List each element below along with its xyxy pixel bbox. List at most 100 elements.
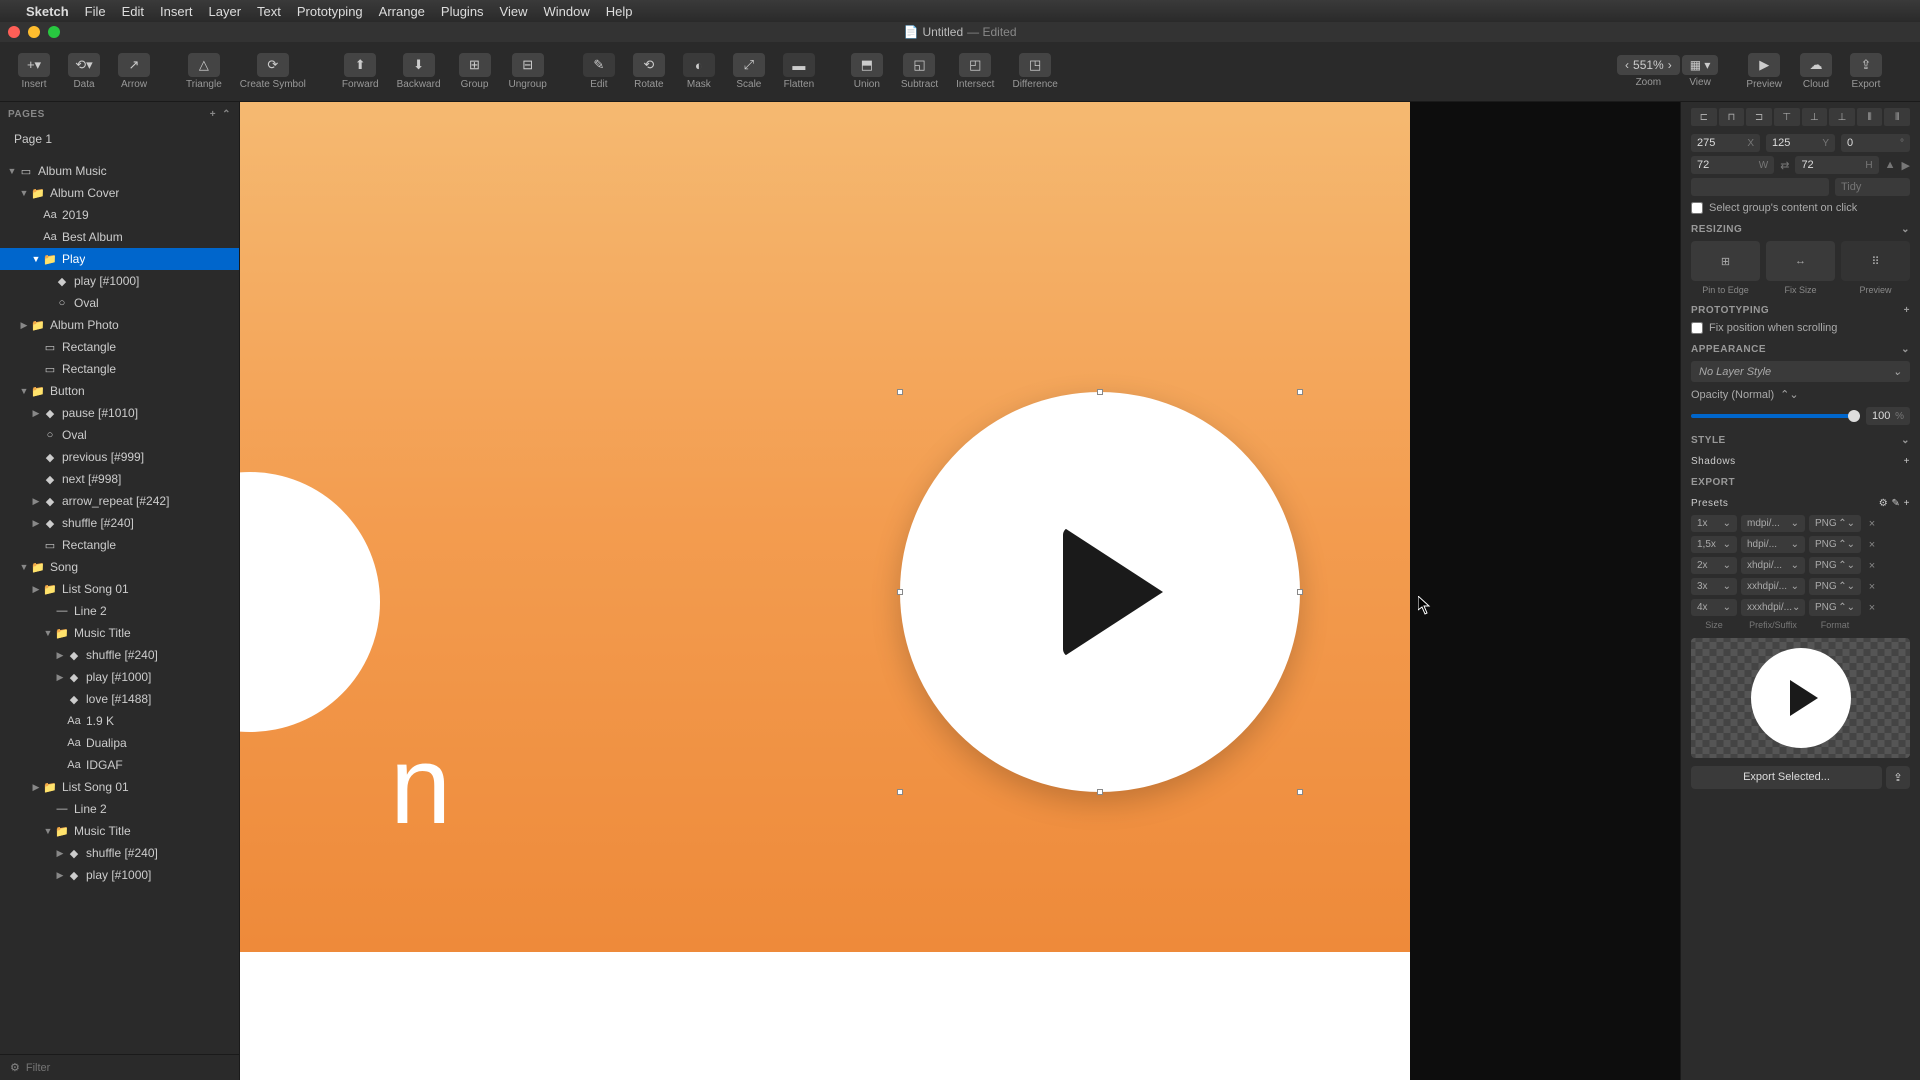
layer-row[interactable]: ▶◆play [#1000] bbox=[0, 864, 239, 886]
selection-handle[interactable] bbox=[897, 389, 903, 395]
disclosure-icon[interactable]: ▶ bbox=[54, 870, 66, 881]
layer-row[interactable]: ▼📁Music Title bbox=[0, 622, 239, 644]
x-field[interactable] bbox=[1697, 137, 1747, 149]
create-symbol-button[interactable]: ⟳Create Symbol bbox=[232, 49, 314, 94]
add-page-icon[interactable]: + bbox=[210, 109, 216, 120]
forward-button[interactable]: ⬆Forward bbox=[334, 49, 387, 94]
disclosure-icon[interactable]: ▼ bbox=[18, 386, 30, 396]
preset-prefix[interactable]: xxxhdpi/... ⌄ bbox=[1741, 599, 1805, 616]
union-button[interactable]: ⬒Union bbox=[843, 49, 891, 94]
disclosure-icon[interactable]: ▶ bbox=[30, 518, 42, 529]
layer-row[interactable]: ○Oval bbox=[0, 292, 239, 314]
add-preset-icon[interactable]: + bbox=[1904, 498, 1910, 509]
preset-settings-icon[interactable]: ⚙ bbox=[1879, 498, 1888, 509]
cloud-button[interactable]: ☁Cloud bbox=[1792, 49, 1840, 94]
resizing-collapse-icon[interactable]: ⌄ bbox=[1901, 224, 1910, 235]
menu-view[interactable]: View bbox=[500, 4, 528, 19]
align-right[interactable]: ⊐ bbox=[1746, 108, 1772, 126]
align-bottom[interactable]: ⊥ bbox=[1829, 108, 1855, 126]
menu-arrange[interactable]: Arrange bbox=[379, 4, 425, 19]
layer-row[interactable]: ▶◆play [#1000] bbox=[0, 666, 239, 688]
intersect-button[interactable]: ◰Intersect bbox=[948, 49, 1002, 94]
disclosure-icon[interactable]: ▶ bbox=[30, 496, 42, 507]
preset-delete-icon[interactable]: × bbox=[1865, 539, 1879, 551]
appearance-collapse-icon[interactable]: ⌄ bbox=[1901, 344, 1910, 355]
scale-button[interactable]: ⤢Scale bbox=[725, 49, 773, 94]
flip-h-icon[interactable]: ▲ bbox=[1885, 159, 1896, 171]
menu-prototyping[interactable]: Prototyping bbox=[297, 4, 363, 19]
layer-row[interactable]: ◆love [#1488] bbox=[0, 688, 239, 710]
layer-row[interactable]: AaBest Album bbox=[0, 226, 239, 248]
layer-row[interactable]: ▶◆shuffle [#240] bbox=[0, 512, 239, 534]
flip-v-icon[interactable]: ▶ bbox=[1902, 159, 1910, 172]
lock-icon[interactable]: ⇄ bbox=[1780, 159, 1789, 172]
layer-row[interactable]: Aa1.9 K bbox=[0, 710, 239, 732]
export-button[interactable]: ⇪Export bbox=[1842, 49, 1890, 94]
preset-size[interactable]: 2x ⌄ bbox=[1691, 557, 1737, 574]
select-content-checkbox[interactable] bbox=[1691, 202, 1703, 214]
group-button[interactable]: ⊞Group bbox=[451, 49, 499, 94]
radius-field[interactable] bbox=[1697, 181, 1823, 193]
preset-prefix[interactable]: xhdpi/... ⌄ bbox=[1741, 557, 1805, 574]
filter-input[interactable] bbox=[26, 1062, 229, 1074]
layer-row[interactable]: ▼📁Album Cover bbox=[0, 182, 239, 204]
preset-size[interactable]: 4x ⌄ bbox=[1691, 599, 1737, 616]
preset-prefix[interactable]: xxhdpi/... ⌄ bbox=[1741, 578, 1805, 595]
preview-button[interactable]: ▶Preview bbox=[1738, 49, 1790, 94]
opacity-mode-icon[interactable]: ⌃⌄ bbox=[1780, 388, 1798, 401]
layer-row[interactable]: ◆play [#1000] bbox=[0, 270, 239, 292]
menu-window[interactable]: Window bbox=[544, 4, 590, 19]
layer-row[interactable]: ▶◆shuffle [#240] bbox=[0, 644, 239, 666]
layer-row[interactable]: ◆next [#998] bbox=[0, 468, 239, 490]
collapse-pages-icon[interactable]: ⌃ bbox=[222, 109, 231, 120]
mask-button[interactable]: ◐Mask bbox=[675, 49, 723, 94]
fix-size-control[interactable]: ↔ bbox=[1766, 241, 1835, 281]
layer-row[interactable]: —Line 2 bbox=[0, 798, 239, 820]
preset-delete-icon[interactable]: × bbox=[1865, 518, 1879, 530]
layer-row[interactable]: AaIDGAF bbox=[0, 754, 239, 776]
align-top[interactable]: ⊤ bbox=[1774, 108, 1800, 126]
page-item[interactable]: Page 1 bbox=[0, 126, 239, 152]
layer-row[interactable]: ▭Rectangle bbox=[0, 336, 239, 358]
play-button-group[interactable] bbox=[900, 392, 1300, 792]
layer-row[interactable]: ○Oval bbox=[0, 424, 239, 446]
layer-row[interactable]: ▭Rectangle bbox=[0, 358, 239, 380]
preset-size[interactable]: 1x ⌄ bbox=[1691, 515, 1737, 532]
flatten-button[interactable]: ▬Flatten bbox=[775, 49, 823, 94]
layer-row[interactable]: ◆previous [#999] bbox=[0, 446, 239, 468]
layer-row[interactable]: ▶◆shuffle [#240] bbox=[0, 842, 239, 864]
arrow-button[interactable]: ↗Arrow bbox=[110, 49, 158, 94]
disclosure-icon[interactable]: ▼ bbox=[18, 188, 30, 198]
opacity-field[interactable] bbox=[1872, 410, 1895, 422]
rotate-button[interactable]: ⟲Rotate bbox=[625, 49, 673, 94]
layer-row[interactable]: ▼📁Music Title bbox=[0, 820, 239, 842]
layer-row[interactable]: ▶◆pause [#1010] bbox=[0, 402, 239, 424]
disclosure-icon[interactable]: ▶ bbox=[18, 320, 30, 331]
menu-file[interactable]: File bbox=[85, 4, 106, 19]
layer-style-dropdown[interactable]: No Layer Style⌄ bbox=[1691, 361, 1910, 382]
distribute-h[interactable]: ⫴ bbox=[1857, 108, 1883, 126]
export-share-icon[interactable]: ⇪ bbox=[1886, 766, 1910, 789]
style-collapse-icon[interactable]: ⌄ bbox=[1901, 435, 1910, 446]
selection-handle[interactable] bbox=[897, 589, 903, 595]
canvas[interactable]: n bbox=[240, 102, 1680, 1080]
data-button[interactable]: ⟲▾Data bbox=[60, 49, 108, 94]
selection-handle[interactable] bbox=[1097, 789, 1103, 795]
window-minimize[interactable] bbox=[28, 26, 40, 38]
layer-row[interactable]: ▶◆arrow_repeat [#242] bbox=[0, 490, 239, 512]
preset-delete-icon[interactable]: × bbox=[1865, 602, 1879, 614]
menu-text[interactable]: Text bbox=[257, 4, 281, 19]
ungroup-button[interactable]: ⊟Ungroup bbox=[501, 49, 555, 94]
layer-row[interactable]: Aa2019 bbox=[0, 204, 239, 226]
app-name[interactable]: Sketch bbox=[26, 4, 69, 19]
preset-delete-icon[interactable]: × bbox=[1865, 581, 1879, 593]
layer-row[interactable]: ▭Rectangle bbox=[0, 534, 239, 556]
layer-row[interactable]: ▶📁List Song 01 bbox=[0, 578, 239, 600]
insert-button[interactable]: +▾Insert bbox=[10, 49, 58, 94]
layer-row[interactable]: ▶📁Album Photo bbox=[0, 314, 239, 336]
pin-edge-control[interactable]: ⊞ bbox=[1691, 241, 1760, 281]
opacity-slider[interactable] bbox=[1691, 414, 1860, 418]
selection-handle[interactable] bbox=[1097, 389, 1103, 395]
export-selected-button[interactable]: Export Selected... bbox=[1691, 766, 1882, 789]
fix-scroll-checkbox[interactable] bbox=[1691, 322, 1703, 334]
